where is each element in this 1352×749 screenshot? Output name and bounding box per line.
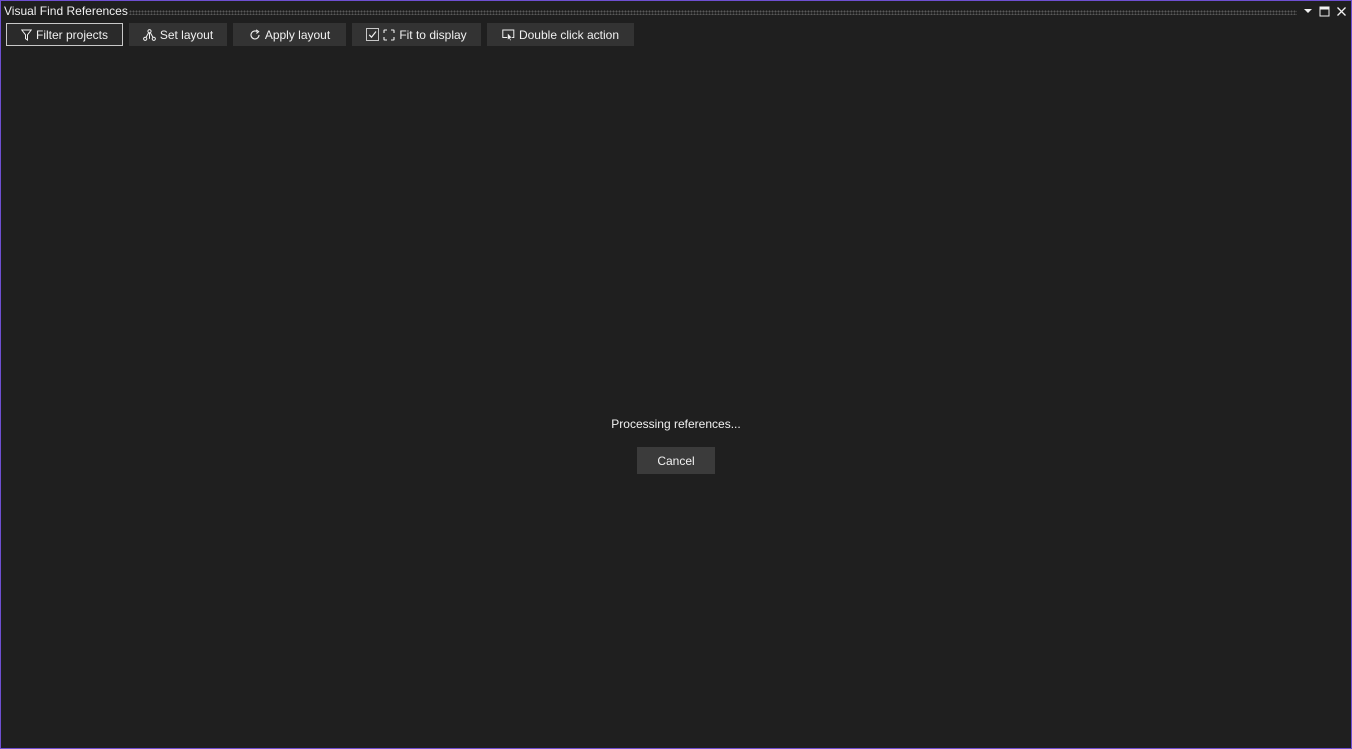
mouse-click-icon xyxy=(502,29,515,41)
set-layout-label: Set layout xyxy=(159,27,214,42)
apply-layout-button[interactable]: Apply layout xyxy=(233,23,346,46)
window-options-button[interactable] xyxy=(1301,4,1315,18)
visual-find-references-window: Visual Find References Filter projects S… xyxy=(0,0,1352,749)
hierarchy-icon xyxy=(142,28,156,41)
fit-to-display-button[interactable]: Fit to display xyxy=(352,23,481,46)
window-title: Visual Find References xyxy=(4,4,128,18)
processing-status-text: Processing references... xyxy=(611,417,741,431)
maximize-icon xyxy=(1319,6,1330,17)
close-button[interactable] xyxy=(1334,4,1348,18)
tool-window-titlebar[interactable]: Visual Find References xyxy=(1,1,1351,21)
apply-layout-label: Apply layout xyxy=(264,27,331,42)
maximize-button[interactable] xyxy=(1317,4,1331,18)
filter-projects-label: Filter projects xyxy=(35,27,109,42)
close-icon xyxy=(1336,6,1347,17)
double-click-action-button[interactable]: Double click action xyxy=(487,23,634,46)
fit-to-display-checkbox[interactable] xyxy=(366,28,380,41)
filter-icon xyxy=(20,29,32,41)
cancel-button[interactable]: Cancel xyxy=(637,447,715,474)
fit-screen-icon xyxy=(383,28,395,41)
set-layout-button[interactable]: Set layout xyxy=(129,23,227,46)
titlebar-drag-grip[interactable] xyxy=(129,10,1297,15)
filter-projects-button[interactable]: Filter projects xyxy=(6,23,123,46)
double-click-action-label: Double click action xyxy=(518,27,620,42)
fit-to-display-label: Fit to display xyxy=(399,27,467,42)
chevron-down-icon xyxy=(1303,6,1313,16)
refresh-icon xyxy=(249,28,261,41)
